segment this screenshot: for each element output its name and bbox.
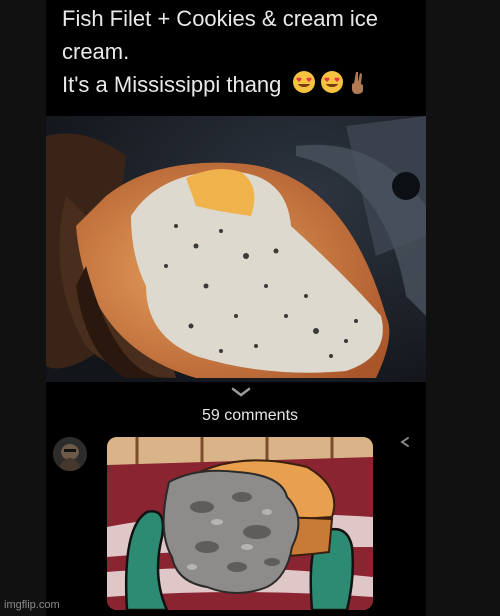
more-options-icon[interactable] xyxy=(398,435,412,449)
comments-count[interactable]: 59 comments xyxy=(0,407,500,425)
caption-line-1: Fish Filet + Cookies & cream ice xyxy=(62,6,379,31)
caption-line-2: cream. xyxy=(62,39,130,64)
watermark: imgflip.com xyxy=(4,599,60,611)
comment-meme-image[interactable] xyxy=(107,437,373,610)
caption-line-3: It's a Mississippi thang xyxy=(62,68,402,103)
caption-line-3-text: It's a Mississippi thang xyxy=(62,72,282,97)
crossed-fingers-icon xyxy=(348,70,368,103)
food-photo[interactable] xyxy=(46,116,426,382)
post-caption: Fish Filet + Cookies & cream ice cream. … xyxy=(62,2,402,103)
avatar[interactable] xyxy=(53,437,87,471)
heart-eyes-icon xyxy=(292,70,316,103)
chevron-down-icon[interactable] xyxy=(230,386,252,398)
heart-eyes-icon xyxy=(320,70,344,103)
